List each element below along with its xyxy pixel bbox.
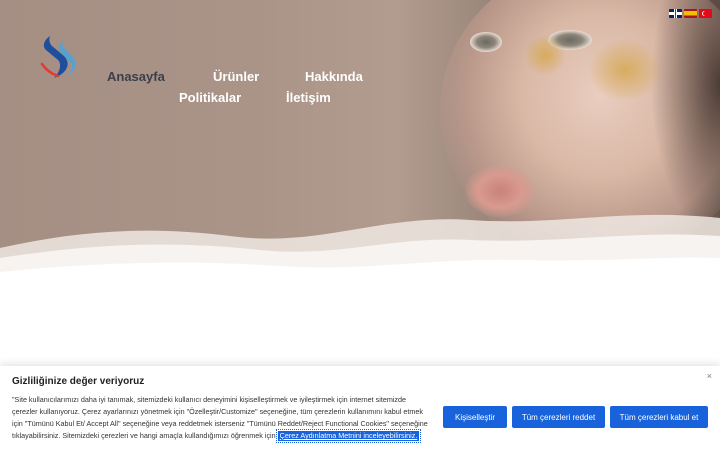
brand-s-logo-icon[interactable] xyxy=(36,34,80,80)
customize-button[interactable]: Kişiselleştir xyxy=(443,406,507,428)
hero-eye-left xyxy=(470,32,502,52)
nav-contact-link[interactable]: İletişim xyxy=(286,90,331,105)
uk-flag-icon[interactable] xyxy=(669,9,682,18)
hero-banner xyxy=(0,0,720,290)
close-icon[interactable]: × xyxy=(707,371,712,381)
reject-all-button[interactable]: Tüm çerezleri reddet xyxy=(512,406,605,428)
hero-wave-divider xyxy=(0,214,720,290)
nav-products-link[interactable]: Ürünler xyxy=(213,69,259,84)
nav-policies-link[interactable]: Politikalar xyxy=(179,90,241,105)
cookie-consent-banner: Gizliliğinize değer veriyoruz × "Site ku… xyxy=(0,366,720,450)
turkey-flag-icon[interactable] xyxy=(699,9,712,18)
nav-home-link[interactable]: Anasayfa xyxy=(107,69,165,84)
hero-glitter xyxy=(590,40,660,100)
hero-glitter-small xyxy=(525,35,565,75)
cookie-policy-link[interactable]: Çerez Aydınlatma Metnini inceleyebilirsi… xyxy=(275,429,422,443)
cookie-title: Gizliliğinize değer veriyoruz xyxy=(12,376,145,387)
spain-flag-icon[interactable] xyxy=(684,9,697,18)
language-switcher xyxy=(669,9,712,18)
accept-all-button[interactable]: Tüm çerezleri kabul et xyxy=(610,406,708,428)
nav-about-link[interactable]: Hakkında xyxy=(305,69,363,84)
cookie-description: "Site kullanıcılarımızı daha iyi tanımak… xyxy=(12,394,432,443)
